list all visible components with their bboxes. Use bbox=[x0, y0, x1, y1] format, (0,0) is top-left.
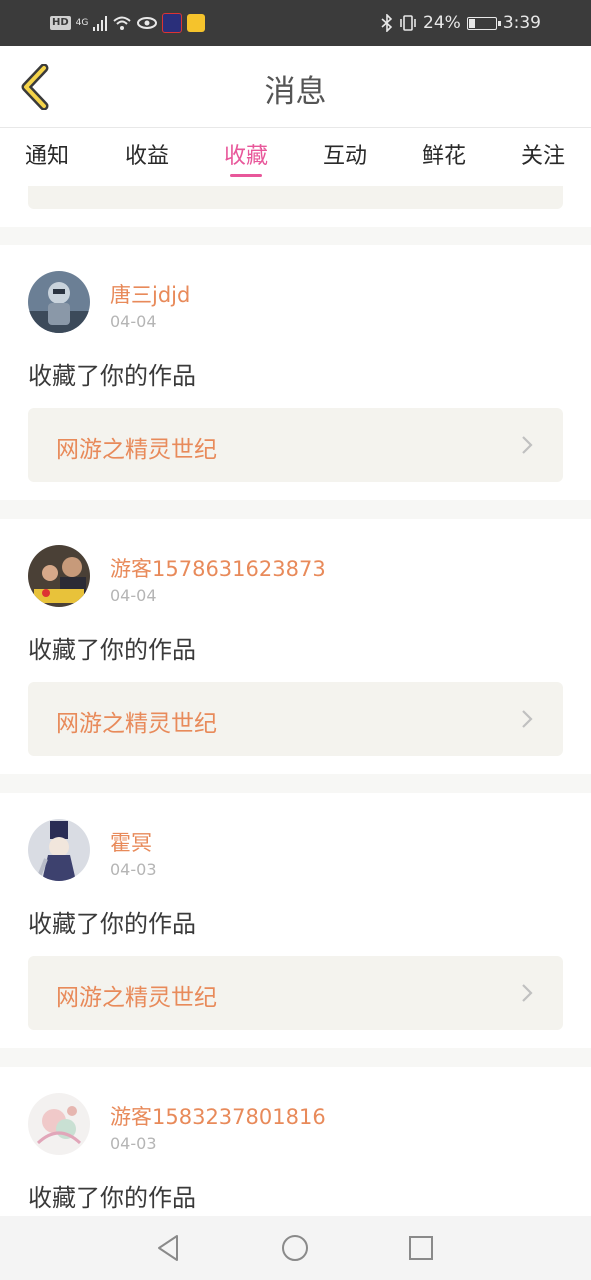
username[interactable]: 游客1583237801816 bbox=[110, 1101, 326, 1131]
page-title: 消息 bbox=[264, 74, 327, 110]
message-list[interactable]: 唐三jdjd 04-04 收藏了你的作品 网游之精灵世纪 游客157863162… bbox=[0, 186, 591, 1216]
status-left: HD 4G bbox=[50, 12, 206, 34]
action-text: 收藏了你的作品 bbox=[28, 910, 196, 938]
tab-interactions[interactable]: 互动 bbox=[305, 138, 385, 170]
tab-notifications[interactable]: 通知 bbox=[7, 138, 87, 170]
avatar[interactable] bbox=[28, 545, 90, 607]
clock: 3:39 bbox=[502, 13, 541, 33]
recents-square-icon[interactable] bbox=[405, 1232, 437, 1264]
list-item: 唐三jdjd 04-04 收藏了你的作品 网游之精灵世纪 bbox=[0, 245, 591, 500]
timestamp: 04-04 bbox=[110, 312, 157, 331]
action-text: 收藏了你的作品 bbox=[28, 1184, 196, 1212]
work-title: 网游之精灵世纪 bbox=[56, 437, 217, 463]
timestamp: 04-03 bbox=[110, 860, 157, 879]
work-title: 网游之精灵世纪 bbox=[56, 711, 217, 737]
work-title: 网游之精灵世纪 bbox=[56, 985, 217, 1011]
username[interactable]: 霍冥 bbox=[110, 827, 152, 857]
app-header: 消息 bbox=[0, 46, 591, 128]
list-item: 游客1583237801816 04-03 收藏了你的作品 bbox=[0, 1067, 591, 1216]
app-notification-icon bbox=[162, 13, 183, 33]
chevron-right-icon bbox=[522, 710, 533, 728]
timestamp: 04-04 bbox=[110, 586, 157, 605]
work-card[interactable]: 网游之精灵世纪 bbox=[28, 408, 563, 482]
list-item: 游客1578631623873 04-04 收藏了你的作品 网游之精灵世纪 bbox=[0, 519, 591, 774]
work-card[interactable]: 网游之精灵世纪 bbox=[28, 956, 563, 1030]
signal-icon bbox=[93, 16, 108, 31]
username[interactable]: 唐三jdjd bbox=[110, 279, 190, 309]
timestamp: 04-03 bbox=[110, 1134, 157, 1153]
eye-icon bbox=[137, 17, 158, 29]
system-nav-bar bbox=[0, 1216, 591, 1280]
tab-favorites-label: 收藏 bbox=[223, 144, 268, 169]
status-bar: HD 4G 24% 3:39 bbox=[0, 0, 591, 46]
battery-percent: 24% bbox=[423, 13, 461, 33]
wifi-icon bbox=[113, 16, 132, 30]
network-label: 4G bbox=[75, 18, 89, 28]
avatar[interactable] bbox=[28, 271, 90, 333]
tab-flowers[interactable]: 鲜花 bbox=[404, 138, 484, 170]
weibo-icon bbox=[187, 14, 206, 32]
tab-bar: 通知 收益 收藏 互动 鲜花 关注 bbox=[0, 128, 591, 186]
action-text: 收藏了你的作品 bbox=[28, 362, 196, 390]
active-tab-indicator bbox=[230, 174, 262, 177]
avatar[interactable] bbox=[28, 1093, 90, 1155]
username[interactable]: 游客1578631623873 bbox=[110, 553, 326, 583]
tab-follows[interactable]: 关注 bbox=[503, 138, 583, 170]
battery-icon bbox=[466, 16, 501, 30]
work-card[interactable]: 网游之精灵世纪 bbox=[28, 682, 563, 756]
hd-badge: HD bbox=[50, 16, 71, 30]
list-item: 霍冥 04-03 收藏了你的作品 网游之精灵世纪 bbox=[0, 793, 591, 1048]
vibrate-icon bbox=[400, 15, 416, 31]
back-triangle-icon[interactable] bbox=[153, 1232, 185, 1264]
chevron-right-icon bbox=[522, 984, 533, 1002]
tab-earnings[interactable]: 收益 bbox=[107, 138, 187, 170]
bluetooth-icon bbox=[381, 14, 393, 32]
partial-list-item bbox=[0, 186, 591, 227]
tab-favorites[interactable]: 收藏 bbox=[206, 138, 286, 177]
home-circle-icon[interactable] bbox=[279, 1232, 311, 1264]
avatar[interactable] bbox=[28, 819, 90, 881]
status-right: 24% 3:39 bbox=[381, 10, 541, 36]
action-text: 收藏了你的作品 bbox=[28, 636, 196, 664]
chevron-right-icon bbox=[522, 436, 533, 454]
partial-work-card[interactable] bbox=[28, 186, 563, 209]
